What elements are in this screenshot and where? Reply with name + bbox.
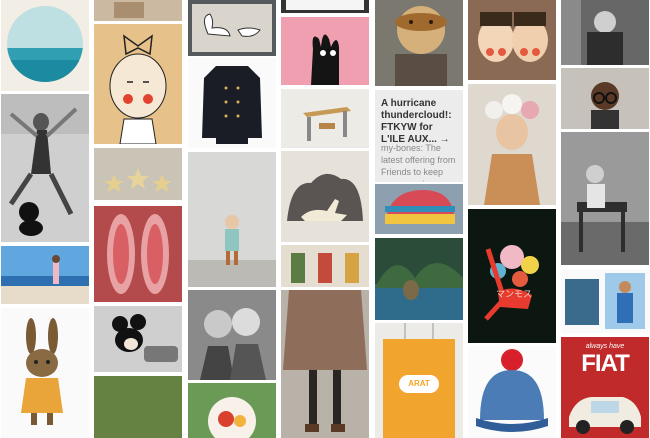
column-7: always have FIAT (561, 0, 649, 438)
pin-board: A hurricane thundercloud!: FTKYW for L'I… (0, 0, 650, 438)
white-frame-photo[interactable] (281, 0, 369, 13)
sneaker-soles-photo[interactable] (94, 206, 182, 302)
fiat-poster[interactable]: always have FIAT (561, 337, 649, 438)
column-1 (1, 0, 89, 438)
beach-girl-photo[interactable] (1, 246, 89, 304)
two-girls-bw-photo[interactable] (188, 290, 276, 380)
text-pin-title[interactable]: A hurricane thundercloud!: FTKYW for L'I… (381, 98, 459, 146)
girls-with-masks-photo[interactable] (468, 0, 556, 80)
star-headband-photo[interactable] (94, 148, 182, 200)
mickey-mouse-photo[interactable] (94, 306, 182, 372)
yellow-poster-photo[interactable]: ARAT (375, 323, 463, 438)
small-two-photos[interactable] (561, 269, 649, 333)
blue-pompom-hat-photo[interactable] (468, 346, 556, 438)
patterned-beanie-photo[interactable] (375, 184, 463, 234)
column-4 (281, 0, 369, 438)
child-glasses-photo[interactable] (561, 68, 649, 129)
japanese-poster-title: マンモス (496, 290, 533, 300)
military-jacket-photo[interactable] (188, 58, 276, 148)
swan-card-photo[interactable] (188, 0, 276, 56)
skirt-legs-photo[interactable] (281, 290, 369, 438)
column-6: マンモス (468, 0, 556, 438)
fiat-poster-tagline: always have (585, 343, 625, 350)
wooden-school-desk-photo[interactable] (281, 89, 369, 148)
toddler-standing-photo[interactable] (188, 152, 276, 287)
column-5: A hurricane thundercloud!: FTKYW for L'I… (375, 0, 463, 438)
column-3 (188, 0, 276, 438)
text-pin-body: my-bones: The latest offering from Frien… (381, 143, 456, 182)
japanese-poster[interactable]: マンモス (468, 209, 556, 343)
three-kids-photo[interactable] (281, 245, 369, 287)
green-texture-photo[interactable] (94, 376, 182, 438)
shoe-fragment-photo[interactable] (94, 0, 182, 21)
flower-crown-girl-photo[interactable] (468, 84, 556, 205)
boy-bw-photo[interactable] (561, 0, 649, 65)
vintage-dancer-with-cat-photo[interactable] (1, 94, 89, 242)
forest-pond-painting[interactable] (375, 238, 463, 320)
yellow-poster-logo: ARAT (399, 375, 439, 393)
ocean-circle-photo[interactable] (1, 0, 89, 91)
leopard-mask-girl-photo[interactable] (375, 0, 463, 86)
text-pin[interactable]: A hurricane thundercloud!: FTKYW for L'I… (375, 90, 463, 182)
column-2 (94, 0, 182, 438)
hand-puppet-photo[interactable] (281, 17, 369, 85)
food-plate-photo[interactable] (188, 383, 276, 438)
mountain-cloud-dinosaur-photo[interactable] (281, 151, 369, 242)
fiat-poster-brand: FIAT (581, 350, 630, 377)
bunny-plush-photo[interactable] (1, 308, 89, 438)
kid-chair-bw-photo[interactable] (561, 132, 649, 265)
girl-with-bow-illustration[interactable] (94, 24, 182, 144)
